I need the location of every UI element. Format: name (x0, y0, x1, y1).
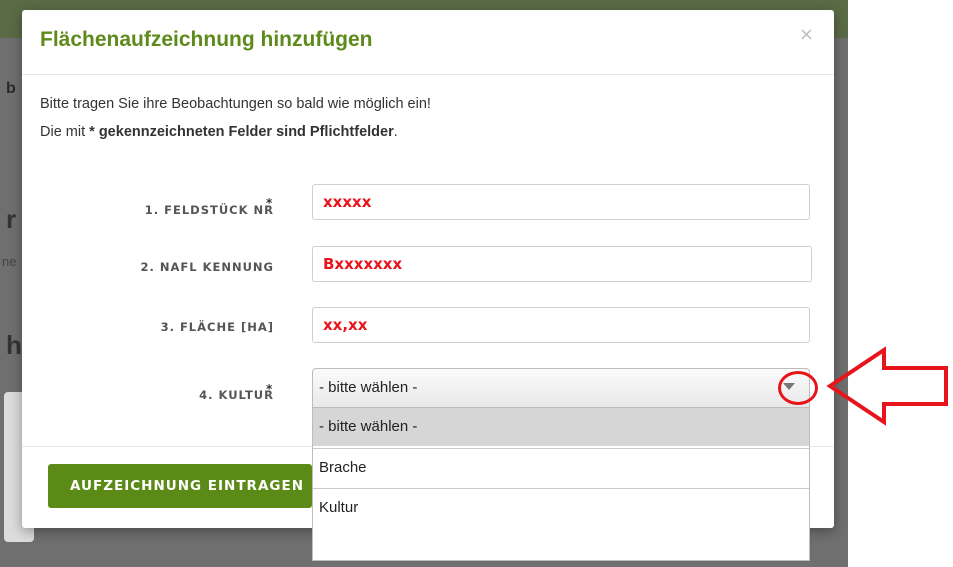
annotation-circle (778, 371, 818, 405)
arrow-left-icon (826, 346, 948, 426)
field-label-nafl: 2. NAFL KENNUNG (140, 260, 274, 274)
field-label-flaeche: 3. FLÄCHE [HA] (160, 320, 274, 334)
modal-title: Flächenaufzeichnung hinzufügen (40, 28, 373, 51)
close-icon[interactable]: × (799, 24, 814, 45)
background-text-fragment: b (6, 80, 16, 97)
submit-record-button[interactable]: AUFZEICHNUNG EINTRAGEN (48, 464, 312, 508)
intro-line-2-required-note: * gekennzeichneten Felder sind Pflichtfe… (89, 124, 394, 140)
dropdown-option-kultur[interactable]: Kultur (313, 488, 809, 526)
flaeche-input[interactable] (312, 307, 810, 343)
kultur-select[interactable]: - bitte wählen - (312, 368, 810, 408)
required-marker: * (266, 196, 273, 210)
dropdown-option-brache[interactable]: Brache (313, 448, 809, 486)
background-text-fragment: ne (2, 254, 17, 269)
feldstueck-input[interactable] (312, 184, 810, 220)
intro-text: Bitte tragen Sie ihre Beobachtungen so b… (40, 96, 431, 140)
intro-line-2: Die mit * gekennzeichneten Felder sind P… (40, 124, 398, 140)
dropdown-option-placeholder[interactable]: - bitte wählen - (313, 408, 809, 446)
intro-line-1: Bitte tragen Sie ihre Beobachtungen so b… (40, 96, 431, 112)
modal-header: Flächenaufzeichnung hinzufügen × (22, 10, 834, 75)
field-label-kultur: 4. KULTUR (199, 388, 274, 402)
background-text-fragment: r (6, 204, 17, 234)
background-text-fragment: h (6, 330, 22, 360)
intro-line-2-suffix: . (393, 124, 398, 140)
required-marker: * (266, 382, 273, 396)
intro-line-2-prefix: Die mit (40, 124, 90, 140)
kultur-select-value: - bitte wählen - (319, 379, 418, 396)
field-label-feldstueck: 1. FELDSTÜCK NR (144, 203, 274, 217)
nafl-kennung-input[interactable] (312, 246, 812, 282)
kultur-dropdown-list: - bitte wählen - Brache Kultur (312, 407, 810, 561)
